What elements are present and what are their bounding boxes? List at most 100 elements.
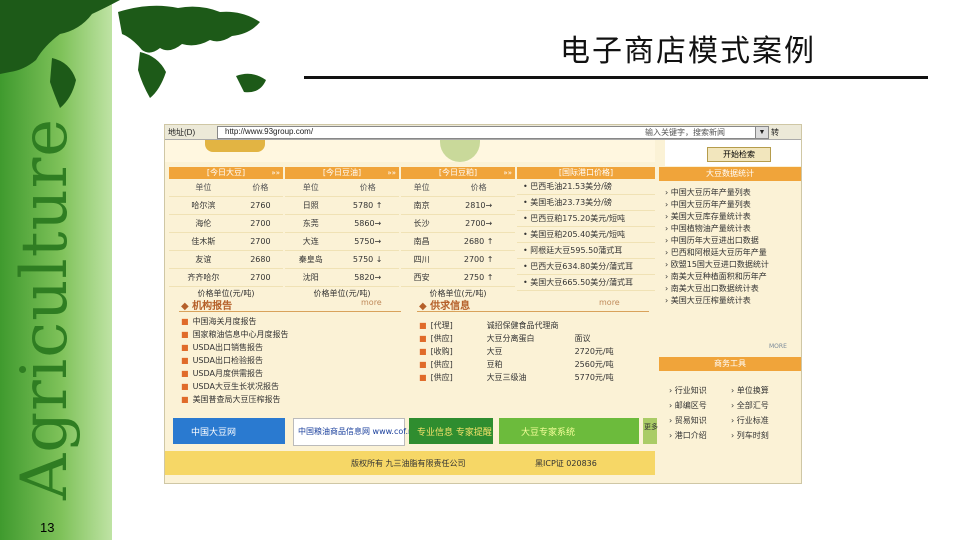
address-label: 地址(D) (168, 128, 196, 137)
bullet-icon: ■ (419, 360, 427, 369)
divider (179, 311, 401, 312)
table-row: 友谊 2680 (169, 250, 283, 269)
copyright-text: 版权所有 九三油脂有限责任公司 (351, 459, 466, 468)
price-table-soyoil: [今日豆油]»» 单位 价格 日照 5780 ↑ 东莞 5860→ 大连 5750→ 秦… (285, 167, 399, 300)
tool-link[interactable]: › 港口介绍 (669, 428, 731, 443)
bullet-icon: ■ (181, 330, 189, 339)
search-input[interactable]: 输入关键字，搜索新闻 (645, 127, 725, 138)
table-row: 佳木斯 2700 (169, 232, 283, 251)
tool-link[interactable]: › 全部汇号 (731, 401, 769, 410)
supply-info-list: ■ [代理] 诚招保健食品代理商 ■ [供应] 大豆分离蛋白 面议 ■ [收购] 大豆 2720… (419, 319, 614, 384)
list-item[interactable]: ■ [供应] 大豆分离蛋白 面议 (419, 332, 614, 345)
more-link[interactable]: more (361, 298, 382, 307)
list-item[interactable]: ■ [代理] 诚招保健食品代理商 (419, 319, 614, 332)
tool-link[interactable]: › 行业知识 (669, 383, 731, 398)
list-item[interactable]: • 巴西毛油21.53美分/磅 (517, 179, 655, 195)
list-item[interactable]: ■ USDA出口检验报告 (181, 354, 289, 367)
list-item[interactable]: • 美国大豆665.50美分/蒲式耳 (517, 275, 655, 291)
side-search: 开始检索 (665, 140, 801, 166)
list-item[interactable]: › 南美大豆种植面积和历年产 (659, 271, 801, 283)
ad-more[interactable]: 更多 (643, 418, 658, 444)
more-link[interactable]: more (599, 298, 620, 307)
list-item[interactable]: ■ 国家粮油信息中心月度报告 (181, 328, 289, 341)
slide-title: 电子商店模式案例 (560, 34, 816, 69)
bullet-icon: ■ (181, 382, 189, 391)
bullet-icon: ■ (181, 317, 189, 326)
more-link[interactable]: MORE (769, 343, 787, 350)
org-reports-title: ◆ 机构报告 more (181, 298, 382, 312)
chevron-right-icon: »» (503, 169, 512, 177)
list-item[interactable]: ■ [供应] 大豆三级油 5770元/吨 (419, 371, 614, 384)
list-item[interactable]: › 巴西和阿根廷大豆历年产量 (659, 247, 801, 259)
list-item[interactable]: • 阿根廷大豆595.50蒲式耳 (517, 243, 655, 259)
list-item[interactable]: ■ 中国海关月度报告 (181, 315, 289, 328)
table-row: 东莞 5860→ (285, 214, 399, 233)
list-item[interactable]: › 中国大豆历年产量列表 (659, 199, 801, 211)
tools-header: 商务工具 (659, 357, 801, 371)
chevron-right-icon: »» (387, 169, 396, 177)
tool-link[interactable]: › 列车时刻 (731, 431, 769, 440)
table-row: 海伦 2700 (169, 214, 283, 233)
table-row: 四川 2700 ↑ (401, 250, 515, 269)
list-item[interactable]: • 巴西豆粕175.20美元/短吨 (517, 211, 655, 227)
table-row: 南京 2810→ (401, 196, 515, 215)
list-item[interactable]: › 中国历年大豆进出口数据 (659, 235, 801, 247)
list-item[interactable]: • 美国豆粕205.40美元/短吨 (517, 227, 655, 243)
list-item[interactable]: ■ USDA月度供需报告 (181, 367, 289, 380)
site-banner (165, 140, 655, 162)
stats-panel: 大豆数据统计 › 中国大豆历年产量列表 › 中国大豆历年产量列表 › 美国大豆库… (659, 167, 801, 350)
list-item[interactable]: ■ [收购] 大豆 2720元/吨 (419, 345, 614, 358)
bullet-icon: ■ (419, 347, 427, 356)
table-row: 西安 2750 ↑ (401, 268, 515, 287)
ad-china-soybean[interactable]: 中国大豆网 (173, 418, 285, 444)
bullet-icon: ■ (419, 321, 427, 330)
soybean-graphic (205, 140, 265, 152)
vertical-title: Agriculture (8, 117, 82, 500)
list-item[interactable]: ■ [供应] 豆粕 2560元/吨 (419, 358, 614, 371)
bullet-icon: ■ (181, 343, 189, 352)
table-row: 南昌 2680 ↑ (401, 232, 515, 251)
page-footer: 版权所有 九三油脂有限责任公司 黑ICP证 020836 (165, 451, 655, 475)
supply-info-title: ◆ 供求信息 more (419, 298, 620, 312)
tool-link[interactable]: › 贸易知识 (669, 413, 731, 428)
table-header[interactable]: [今日豆油]»» (285, 167, 399, 179)
list-item[interactable]: • 美国毛油23.73美分/磅 (517, 195, 655, 211)
list-item[interactable]: • 巴西大豆634.80美分/蒲式耳 (517, 259, 655, 275)
import-price-header[interactable]: [国际港口价格] (517, 167, 655, 179)
go-button[interactable]: 转 (771, 127, 779, 138)
world-map-graphic (0, 0, 266, 108)
list-item[interactable]: › 欧盟15国大豆进口数据统计 (659, 259, 801, 271)
org-reports-list: ■ 中国海关月度报告 ■ 国家粮油信息中心月度报告 ■ USDA出口销售报告 ■ USD… (181, 315, 289, 406)
ad-cof-net[interactable]: 中国粮油商品信息网 www.cof.net.cn (293, 418, 433, 446)
table-header[interactable]: [今日豆粕]»» (401, 167, 515, 179)
table-row: 大连 5750→ (285, 232, 399, 251)
title-underline (304, 76, 928, 79)
address-bar: 地址(D) http://www.93group.com/ 输入关键字，搜索新闻… (165, 125, 801, 140)
table-row: 哈尔滨 2760 (169, 196, 283, 215)
tool-link[interactable]: › 邮编区号 (669, 398, 731, 413)
tool-link[interactable]: › 行业标准 (731, 416, 769, 425)
address-url[interactable]: http://www.93group.com/ (225, 127, 313, 136)
list-item[interactable]: ■ USDA大豆生长状况报告 (181, 380, 289, 393)
list-item[interactable]: ■ USDA出口销售报告 (181, 341, 289, 354)
table-row: 齐齐哈尔 2700 (169, 268, 283, 287)
divider (417, 311, 649, 312)
chevron-right-icon: »» (271, 169, 280, 177)
list-item[interactable]: › 美国大豆压榨量统计表 (659, 295, 801, 307)
list-item[interactable]: › 中国大豆历年产量列表 (659, 187, 801, 199)
list-item[interactable]: › 美国大豆库存量统计表 (659, 211, 801, 223)
bullet-icon: ■ (181, 369, 189, 378)
list-item[interactable]: ■ 美国普查局大豆压榨报告 (181, 393, 289, 406)
price-table-soymeal: [今日豆粕]»» 单位 价格 南京 2810→ 长沙 2700→ 南昌 2680 ↑ 四… (401, 167, 515, 300)
list-item[interactable]: › 南美大豆出口数据统计表 (659, 283, 801, 295)
table-header[interactable]: [今日大豆]»» (169, 167, 283, 179)
icp-text: 黑ICP证 020836 (535, 459, 597, 468)
ad-soybean-system[interactable]: 大豆专家系统 (499, 418, 639, 444)
start-search-button[interactable]: 开始检索 (707, 147, 771, 162)
bullet-icon: ■ (181, 395, 189, 404)
ad-expert-info[interactable]: 专业信息 专家提醒 (409, 418, 493, 444)
tool-link[interactable]: › 单位换算 (731, 386, 769, 395)
ad-banner-row: 中国大豆网 中国粮油商品信息网 www.cof.net.cn 专业信息 专家提醒… (173, 418, 658, 446)
list-item[interactable]: › 中国植物油产量统计表 (659, 223, 801, 235)
dropdown-arrow-icon[interactable]: ▼ (755, 126, 769, 139)
